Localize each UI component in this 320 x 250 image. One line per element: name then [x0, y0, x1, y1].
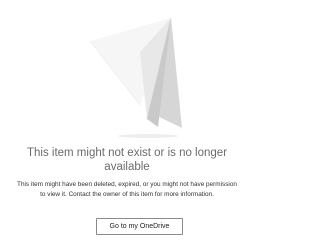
error-title: This item might not exist or is no longe… [26, 147, 228, 173]
error-page: This item might not exist or is no longe… [0, 0, 254, 250]
go-to-onedrive-button[interactable]: Go to my OneDrive [96, 218, 183, 235]
error-description: This item might have been deleted, expir… [17, 181, 237, 198]
paper-plane-icon [89, 17, 182, 138]
